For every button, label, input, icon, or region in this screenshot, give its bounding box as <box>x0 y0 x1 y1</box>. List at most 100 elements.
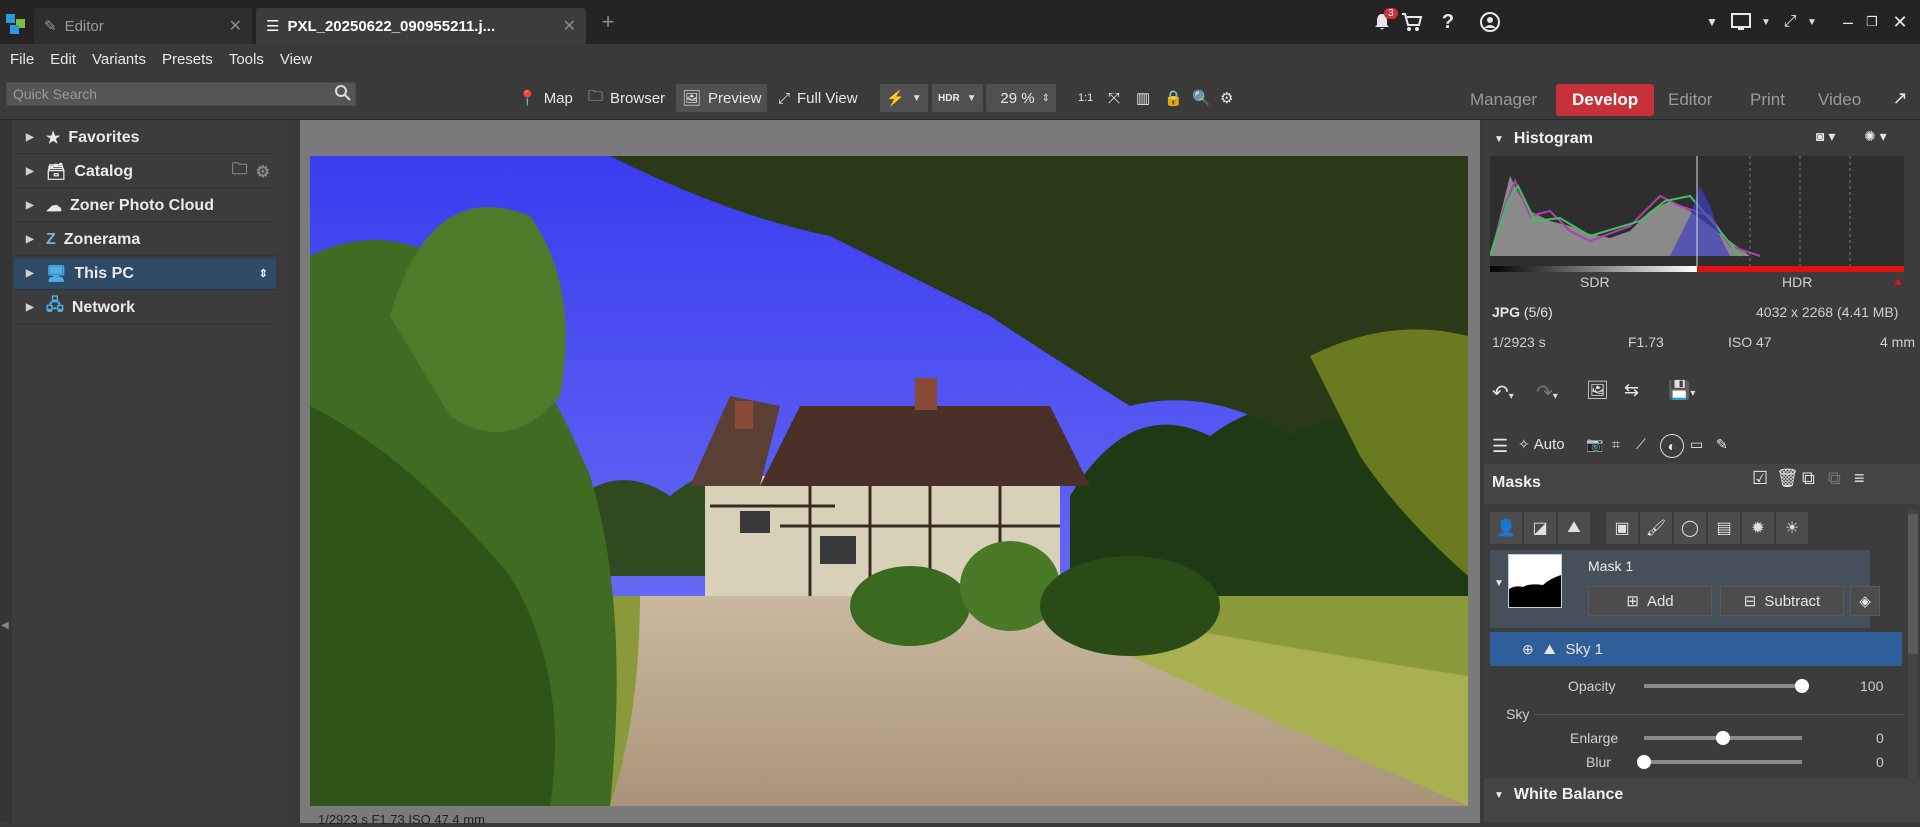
menu-icon[interactable]: ≡ <box>1854 468 1865 489</box>
expand-arrow-icon[interactable]: ▶ <box>26 200 38 211</box>
eraser-icon[interactable]: ▭ <box>1690 436 1703 453</box>
menu-edit[interactable]: Edit <box>50 51 76 68</box>
flash-dropdown[interactable]: ⚡ ▼ <box>880 84 928 112</box>
menu-presets[interactable]: Presets <box>162 51 213 68</box>
menu-file[interactable]: File <box>10 51 34 68</box>
crop-icon[interactable]: ⌗ <box>1612 436 1620 453</box>
tab-photo[interactable]: ☰ PXL_20250622_090955211.j... ✕ <box>256 8 586 44</box>
search-icon[interactable] <box>334 84 352 102</box>
duplicate-icon[interactable]: ⧉ <box>1802 468 1815 489</box>
collapse-arrow-icon[interactable]: ▼ <box>1494 790 1504 801</box>
display-icon[interactable] <box>1730 10 1754 34</box>
histogram-mode-icon[interactable]: ◙ ▾ <box>1816 128 1835 145</box>
expand-arrow-icon[interactable]: ▶ <box>26 132 38 143</box>
close-icon[interactable]: ✕ <box>229 16 242 36</box>
redo-icon[interactable]: ↷▾ <box>1536 380 1558 405</box>
collapse-arrow-icon[interactable]: ▼ <box>1494 134 1504 145</box>
sky-item[interactable]: ⊕ ⛰ Sky 1 <box>1490 632 1902 666</box>
menu-tools[interactable]: Tools <box>229 51 264 68</box>
blur-value[interactable]: 0 <box>1876 754 1884 770</box>
expand-arrow-icon[interactable]: ▶ <box>26 302 38 313</box>
search-input[interactable]: Quick Search <box>6 82 356 106</box>
mode-print[interactable]: Print <box>1734 84 1801 116</box>
camera-icon[interactable]: 📷 <box>1586 436 1603 453</box>
nav-zoner-photo-cloud[interactable]: ▶ ☁ Zoner Photo Cloud <box>14 190 276 222</box>
fullscreen-icon[interactable]: ⤢ <box>1778 10 1802 34</box>
mask-gradient-icon[interactable]: ▤ <box>1708 512 1740 544</box>
browser-button[interactable]: 🗀 Browser <box>582 84 671 112</box>
menu-variants[interactable]: Variants <box>92 51 146 68</box>
undo-icon[interactable]: ↶▾ <box>1492 380 1514 405</box>
histogram-header[interactable]: ▼ Histogram <box>1494 126 1593 152</box>
help-icon[interactable]: ? <box>1436 10 1460 34</box>
mask-options-button[interactable]: ◈ <box>1850 586 1880 616</box>
chevron-down-icon[interactable]: ▼ <box>1800 10 1824 34</box>
notification-bell-icon[interactable]: 3 <box>1370 8 1398 34</box>
blur-slider[interactable] <box>1644 760 1802 764</box>
left-collapse-strip[interactable]: ◀ <box>0 120 12 823</box>
lock-icon[interactable]: 🔒 <box>1158 84 1189 112</box>
perspective-icon[interactable]: ⟋ <box>1636 436 1646 453</box>
mask-subject-icon[interactable]: ◪ <box>1524 512 1556 544</box>
mode-video[interactable]: Video <box>1802 84 1877 116</box>
mask-person-icon[interactable]: 👤 <box>1490 512 1522 544</box>
collapse-left-icon[interactable]: ◀ <box>1 620 9 631</box>
dropdown-icon[interactable]: ▼ <box>1700 10 1724 34</box>
enlarge-value[interactable]: 0 <box>1876 730 1884 746</box>
brush-icon[interactable]: ✎ <box>1716 436 1728 453</box>
preview-button[interactable]: 🖼 Preview <box>676 84 768 112</box>
enlarge-slider-knob[interactable] <box>1716 731 1730 745</box>
target-icon[interactable]: ⊕ <box>1522 641 1534 658</box>
white-balance-title[interactable]: ▼ White Balance <box>1494 782 1623 808</box>
external-link-icon[interactable]: ↗ <box>1888 86 1912 110</box>
fullview-button[interactable]: ⤢ Full View <box>772 84 864 112</box>
panel-scrollbar[interactable] <box>1908 510 1918 823</box>
nav-favorites[interactable]: ▶ ★ Favorites <box>14 122 276 154</box>
expand-arrow-icon[interactable]: ▶ <box>26 234 38 245</box>
opacity-slider[interactable] <box>1644 684 1802 688</box>
zoom-field[interactable]: 29 % ⇕ <box>986 84 1056 112</box>
mask-luminance-icon[interactable]: ☀ <box>1776 512 1808 544</box>
restore-icon[interactable]: ❐ <box>1860 10 1884 34</box>
photo-preview[interactable] <box>310 156 1468 806</box>
before-after-icon[interactable]: ⇆ <box>1624 380 1639 401</box>
opacity-value[interactable]: 100 <box>1860 678 1883 694</box>
chevron-down-icon[interactable]: ▼ <box>1754 10 1778 34</box>
nav-catalog[interactable]: ▶ 🗃 Catalog 🗀 ⚙ <box>14 156 276 188</box>
mask-sky-icon[interactable]: ⛰ <box>1558 512 1590 544</box>
opacity-slider-knob[interactable] <box>1795 679 1809 693</box>
expand-arrow-icon[interactable]: ▶ <box>26 268 38 279</box>
gear-icon[interactable]: ⚙ <box>256 162 270 182</box>
close-icon[interactable]: ✕ <box>563 16 576 36</box>
adjustments-icon[interactable]: ☰ <box>1492 436 1508 457</box>
mode-develop[interactable]: Develop <box>1556 84 1655 116</box>
add-folder-icon[interactable]: 🗀 <box>232 158 248 185</box>
expand-arrow-icon[interactable]: ▼ <box>1494 578 1504 589</box>
trash-icon[interactable]: 🗑 <box>1776 468 1799 489</box>
check-icon[interactable]: ☑ <box>1752 468 1768 489</box>
minimize-icon[interactable]: – <box>1836 10 1860 34</box>
account-icon[interactable] <box>1478 10 1502 34</box>
zoom-1to1-icon[interactable]: 1:1 <box>1072 84 1099 112</box>
new-tab-icon[interactable]: + <box>596 9 620 34</box>
settings-view-icon[interactable]: ⚙ <box>1214 84 1239 112</box>
tab-editor[interactable]: ✎ Editor ✕ <box>34 8 252 44</box>
nav-network[interactable]: ▶ 🖧 Network <box>14 292 276 324</box>
add-button[interactable]: ⊞ Add <box>1588 586 1712 616</box>
fit-icon[interactable]: ⤧ <box>1102 84 1126 112</box>
mask-object-icon[interactable]: ▣ <box>1606 512 1638 544</box>
blur-slider-knob[interactable] <box>1637 755 1651 769</box>
mask-color-icon[interactable]: ✹ <box>1742 512 1774 544</box>
map-button[interactable]: 📍 Map <box>512 84 579 112</box>
sort-icon[interactable]: ⇕ <box>259 267 268 280</box>
mask-tool-icon[interactable]: ◐ <box>1660 434 1684 458</box>
loupe-icon[interactable]: 🔍 <box>1186 84 1217 112</box>
mode-manager[interactable]: Manager <box>1454 84 1553 116</box>
subtract-button[interactable]: ⊟ Subtract <box>1720 586 1844 616</box>
save-icon[interactable]: 💾▾ <box>1668 380 1695 401</box>
auto-button[interactable]: ✧ Auto <box>1518 436 1565 453</box>
nav-zonerama[interactable]: ▶ Z Zonerama <box>14 224 276 256</box>
compare-icon[interactable]: ▥ <box>1130 84 1156 112</box>
mode-editor[interactable]: Editor <box>1652 84 1728 116</box>
menu-view[interactable]: View <box>280 51 312 68</box>
